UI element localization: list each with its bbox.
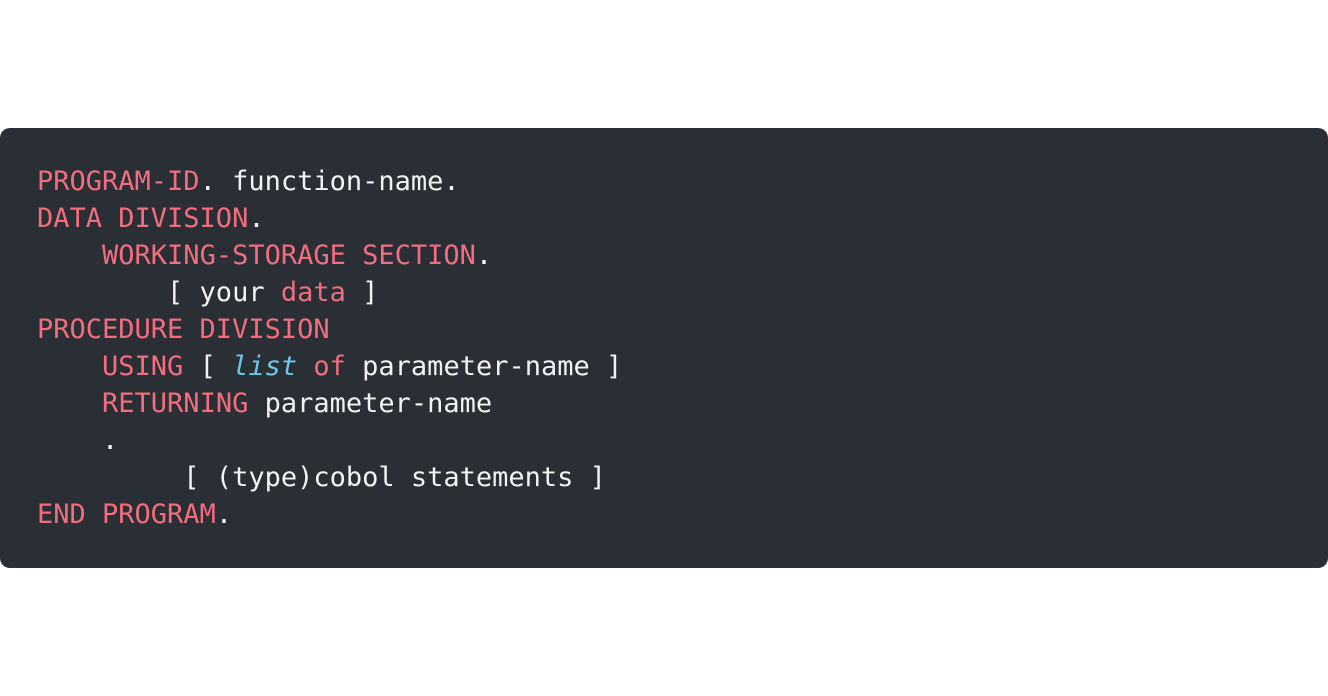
- code-line: DATA DIVISION.: [37, 200, 1291, 237]
- code-token-plain: .: [475, 240, 493, 271]
- code-token-keyword: of: [313, 351, 346, 382]
- code-token-plain: parameter-name: [248, 388, 493, 419]
- code-line: RETURNING parameter-name: [37, 385, 1291, 422]
- code-listing: PROGRAM-ID. function-name. DATA DIVISION.…: [37, 163, 1291, 533]
- code-token-keyword: RETURNING: [102, 388, 249, 419]
- code-token-italic: list: [232, 351, 298, 382]
- code-token-plain: ]: [345, 277, 379, 308]
- code-line: END PROGRAM.: [37, 496, 1291, 533]
- code-line: PROCEDURE DIVISION: [37, 311, 1291, 348]
- code-token-plain: [ your: [37, 277, 281, 308]
- code-token-plain: parameter-name ]: [345, 351, 623, 382]
- code-token-keyword: PROGRAM-ID: [37, 166, 200, 197]
- code-token-plain: .: [215, 499, 233, 530]
- code-line: .: [37, 422, 1291, 459]
- code-line: [ (type)cobol statements ]: [37, 459, 1291, 496]
- code-block: PROGRAM-ID. function-name. DATA DIVISION.…: [0, 128, 1328, 568]
- code-token-plain: .: [248, 203, 265, 234]
- code-token-plain: . function-name.: [199, 166, 460, 197]
- code-token-keyword: PROCEDURE DIVISION: [37, 314, 330, 345]
- code-token-keyword: END PROGRAM: [37, 499, 216, 530]
- code-token-keyword: WORKING-STORAGE SECTION: [102, 240, 476, 271]
- code-line: WORKING-STORAGE SECTION.: [37, 237, 1291, 274]
- code-token-plain: [: [183, 351, 233, 382]
- code-token-keyword: DATA DIVISION: [37, 203, 249, 234]
- code-line: USING [ list of parameter-name ]: [37, 348, 1291, 385]
- code-line: PROGRAM-ID. function-name.: [37, 163, 1291, 200]
- code-token-plain: [ (type)cobol statements ]: [37, 462, 606, 493]
- code-line: [ your data ]: [37, 274, 1291, 311]
- code-token-keyword: USING: [102, 351, 184, 382]
- code-token-plain: .: [37, 425, 119, 456]
- code-token-keyword: data: [280, 277, 346, 308]
